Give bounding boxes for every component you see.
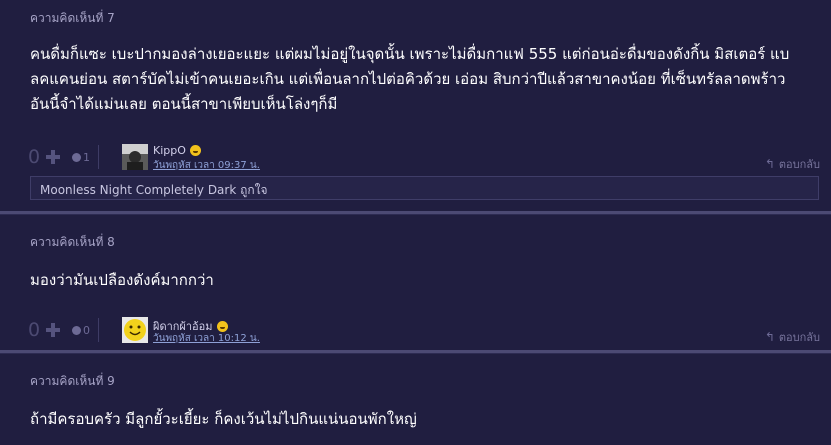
vote-bar: 0 0 xyxy=(28,318,99,342)
plus-vote-icon[interactable] xyxy=(46,323,60,337)
smiley-icon xyxy=(189,145,201,156)
reply-label: ตอบกลับ xyxy=(778,331,820,344)
emotion-counter[interactable]: 1 xyxy=(72,151,90,164)
emotion-count: 1 xyxy=(83,150,90,164)
vote-count: 0 xyxy=(28,319,41,341)
comment-body-line: อันนี้จำได้แม่นเลย ตอนนี้สาขาเพียบเห็นโล… xyxy=(30,95,338,113)
plus-vote-icon[interactable] xyxy=(46,150,60,164)
comment-divider xyxy=(0,211,831,215)
comment-header: ความคิดเห็นที่ 9 xyxy=(30,374,115,388)
divider xyxy=(98,145,99,169)
comment-date[interactable]: วันพฤหัส เวลา 10:12 น. xyxy=(153,331,260,346)
divider xyxy=(98,318,99,342)
emotion-icon xyxy=(72,325,81,335)
comment-body-line: ลคแคนย่อน สตาร์บัคไม่เข้าคนเยอะเกิน แต่เ… xyxy=(30,70,786,88)
comment-header: ความคิดเห็นที่ 7 xyxy=(30,11,115,25)
username-row: KippO xyxy=(153,144,201,157)
sub-reply-text: Moonless Night Completely Dark ถูกใจ xyxy=(40,183,268,197)
avatar[interactable] xyxy=(122,317,148,343)
comment-divider xyxy=(0,350,831,354)
sub-reply: Moonless Night Completely Dark ถูกใจ xyxy=(30,176,819,200)
smiley-icon xyxy=(216,320,228,332)
reply-label: ตอบกลับ xyxy=(778,158,820,171)
vote-count: 0 xyxy=(28,146,41,168)
reply-arrow-icon: ↰ xyxy=(764,330,775,344)
comment-header: ความคิดเห็นที่ 8 xyxy=(30,235,115,249)
comment-body: ถ้ามีครอบครัว มีลูกยั้วะเยี้ยะ ก็คงเว้นไ… xyxy=(30,407,820,432)
username-link[interactable]: KippO xyxy=(153,144,186,157)
comment-date[interactable]: วันพฤหัส เวลา 09:37 น. xyxy=(153,158,260,173)
emotion-count: 0 xyxy=(83,323,90,337)
comment-body-line: มองว่ามันเปลืองดังค์มากกว่า xyxy=(30,271,214,289)
reply-arrow-icon: ↰ xyxy=(764,157,775,171)
comment-body-line: คนดื่มก็แซะ เบะปากมองล่างเยอะแยะ แต่ผมไม… xyxy=(30,45,790,63)
vote-bar: 0 1 xyxy=(28,145,99,169)
comment-body: มองว่ามันเปลืองดังค์มากกว่า xyxy=(30,268,820,293)
avatar[interactable] xyxy=(122,144,148,170)
reply-button[interactable]: ↰ ตอบกลับ xyxy=(765,155,820,173)
comment-body-line: ถ้ามีครอบครัว มีลูกยั้วะเยี้ยะ ก็คงเว้นไ… xyxy=(30,410,417,428)
comment-body: คนดื่มก็แซะ เบะปากมองล่างเยอะแยะ แต่ผมไม… xyxy=(30,42,820,117)
reply-button[interactable]: ↰ ตอบกลับ xyxy=(765,328,820,346)
emotion-icon xyxy=(72,152,81,162)
emotion-counter[interactable]: 0 xyxy=(72,324,90,337)
